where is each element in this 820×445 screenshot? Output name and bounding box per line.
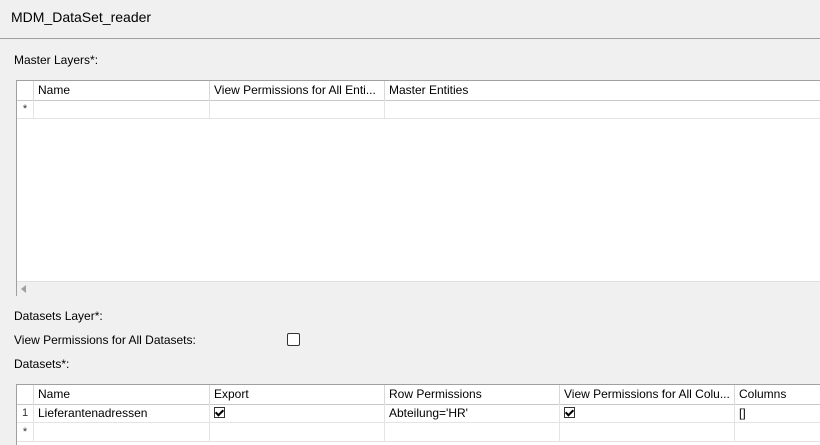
datasets-grid[interactable]: Name Export Row Permissions View Permiss… <box>16 384 820 445</box>
datasets-label: Datasets*: <box>14 357 70 371</box>
datasets-header: Name Export Row Permissions View Permiss… <box>17 385 820 405</box>
new-row[interactable]: * <box>17 423 820 442</box>
columns-cell[interactable]: [] <box>734 404 820 422</box>
dataset-name-cell[interactable]: Lieferantenadressen <box>33 404 209 422</box>
new-row-marker: * <box>22 426 28 438</box>
column-header-row-permissions[interactable]: Row Permissions <box>384 385 559 404</box>
column-header-view-permissions-all-entities[interactable]: View Permissions for All Enti... <box>209 81 384 100</box>
new-row-view-permissions-cell[interactable] <box>209 100 384 118</box>
row-index: 1 <box>21 407 29 419</box>
view-all-columns-checkbox[interactable] <box>564 407 575 419</box>
new-row-marker: * <box>22 103 28 115</box>
view-all-datasets-checkbox[interactable] <box>287 333 300 346</box>
new-row-master-entities-cell[interactable] <box>384 100 820 118</box>
column-header-export[interactable]: Export <box>209 385 384 404</box>
view-all-columns-cell[interactable] <box>559 404 734 422</box>
new-row-name-cell[interactable] <box>33 423 209 441</box>
column-header-name[interactable]: Name <box>33 81 209 100</box>
scroll-left-arrow-icon[interactable] <box>21 285 26 293</box>
window-title: MDM_DataSet_reader <box>11 9 152 25</box>
view-all-datasets-label: View Permissions for All Datasets: <box>14 333 196 347</box>
export-cell[interactable] <box>209 404 384 422</box>
new-row-columns-cell[interactable] <box>734 423 820 441</box>
title-divider <box>0 38 820 39</box>
master-layers-label: Master Layers*: <box>14 53 99 67</box>
new-row-export-cell[interactable] <box>209 423 384 441</box>
master-layers-grid[interactable]: Name View Permissions for All Enti... Ma… <box>16 80 820 296</box>
new-row-view-all-columns-cell[interactable] <box>559 423 734 441</box>
new-row-row-permissions-cell[interactable] <box>384 423 559 441</box>
export-checkbox[interactable] <box>214 407 225 419</box>
column-header-columns[interactable]: Columns <box>734 385 820 404</box>
master-layers-header: Name View Permissions for All Enti... Ma… <box>17 81 820 101</box>
table-row[interactable]: 1 Lieferantenadressen Abteilung='HR' [] <box>17 404 820 423</box>
column-header-master-entities[interactable]: Master Entities <box>384 81 820 100</box>
row-permissions-cell[interactable]: Abteilung='HR' <box>384 404 559 422</box>
horizontal-scrollbar[interactable] <box>17 281 820 296</box>
new-row[interactable]: * <box>17 100 820 119</box>
datasets-layer-label: Datasets Layer*: <box>14 309 103 323</box>
column-header-name[interactable]: Name <box>33 385 209 404</box>
new-row-name-cell[interactable] <box>33 100 209 118</box>
column-header-view-permissions-all-columns[interactable]: View Permissions for All Colu... <box>559 385 734 404</box>
